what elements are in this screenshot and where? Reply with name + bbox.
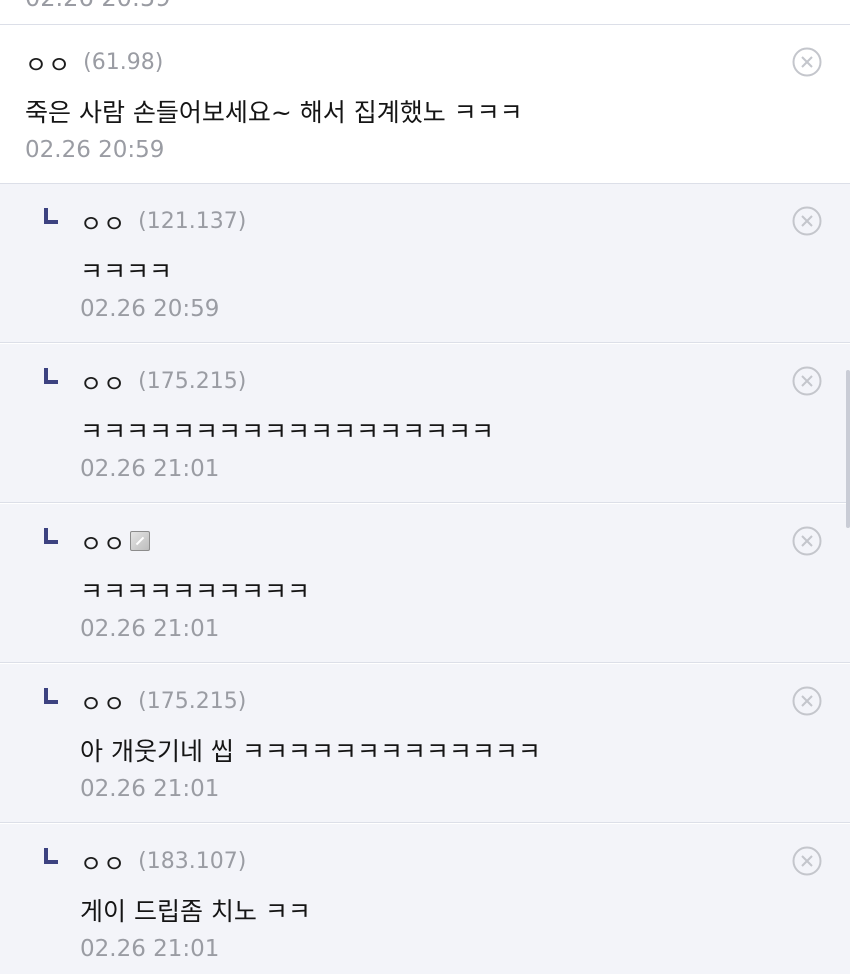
circle-x-icon[interactable]	[792, 526, 822, 556]
reply-arrow-icon	[44, 368, 58, 384]
reply-item: ㅇㅇ (121.137) ㅋㅋㅋㅋ 02.26 20:59	[0, 184, 850, 343]
comment-header: ㅇㅇ (121.137)	[80, 204, 247, 239]
comment-time: 02.26 21:01	[80, 456, 220, 482]
comment-ip: (175.215)	[138, 688, 247, 714]
comment-nickname[interactable]: ㅇㅇ	[25, 45, 71, 80]
comment-text: 죽은 사람 손들어보세요~ 해서 집계했노 ㅋㅋㅋ	[25, 98, 523, 127]
comment-header: ㅇㅇ (175.215)	[80, 364, 247, 399]
comment-time: 02.26 21:01	[80, 616, 220, 642]
comment-nickname[interactable]: ㅇㅇ	[80, 844, 126, 879]
reply-arrow-icon	[44, 208, 58, 224]
reply-arrow-icon	[44, 848, 58, 864]
comment-ip: (183.107)	[138, 848, 247, 874]
comment-header: ㅇㅇ	[80, 524, 151, 559]
comment-ip: (175.215)	[138, 368, 247, 394]
comment-text: ㅋㅋㅋㅋㅋㅋㅋㅋㅋㅋ	[80, 577, 311, 606]
comment-item: ㅇㅇ (61.98) 죽은 사람 손들어보세요~ 해서 집계했노 ㅋㅋㅋ 02.…	[0, 25, 850, 184]
circle-x-icon[interactable]	[792, 686, 822, 716]
fixed-nick-badge-icon	[130, 531, 151, 551]
comment-nickname[interactable]: ㅇㅇ	[80, 684, 126, 719]
comment-text: 아 개웃기네 씹 ㅋㅋㅋㅋㅋㅋㅋㅋㅋㅋㅋㅋㅋ	[80, 737, 541, 766]
comment-text: ㅋㅋㅋㅋ	[80, 257, 173, 286]
comment-time: 02.26 21:01	[80, 776, 220, 802]
previous-comment-partial: 02.26 20:59	[0, 0, 850, 25]
comment-nickname[interactable]: ㅇㅇ	[80, 524, 126, 559]
comment-nickname[interactable]: ㅇㅇ	[80, 364, 126, 399]
scrollbar[interactable]	[846, 370, 850, 528]
comment-text: ㅋㅋㅋㅋㅋㅋㅋㅋㅋㅋㅋㅋㅋㅋㅋㅋㅋㅋ	[80, 417, 495, 446]
comment-header: ㅇㅇ (61.98)	[25, 45, 164, 80]
comment-nickname[interactable]: ㅇㅇ	[80, 204, 126, 239]
circle-x-icon[interactable]	[792, 366, 822, 396]
reply-item: ㅇㅇ ㅋㅋㅋㅋㅋㅋㅋㅋㅋㅋ 02.26 21:01	[0, 504, 850, 663]
comment-time: 02.26 20:59	[25, 0, 171, 12]
comment-time: 02.26 21:01	[80, 936, 220, 962]
comment-header: ㅇㅇ (175.215)	[80, 684, 247, 719]
comment-ip: (121.137)	[138, 208, 247, 234]
circle-x-icon[interactable]	[792, 846, 822, 876]
comment-ip: (61.98)	[83, 49, 164, 75]
reply-item: ㅇㅇ (183.107) 게이 드립좀 치노 ㅋㅋ 02.26 21:01	[0, 824, 850, 974]
comment-time: 02.26 20:59	[25, 137, 165, 163]
comment-text: 게이 드립좀 치노 ㅋㅋ	[80, 897, 311, 926]
comment-time: 02.26 20:59	[80, 296, 220, 322]
comment-header: ㅇㅇ (183.107)	[80, 844, 247, 879]
reply-item: ㅇㅇ (175.215) ㅋㅋㅋㅋㅋㅋㅋㅋㅋㅋㅋㅋㅋㅋㅋㅋㅋㅋ 02.26 21…	[0, 344, 850, 503]
reply-item: ㅇㅇ (175.215) 아 개웃기네 씹 ㅋㅋㅋㅋㅋㅋㅋㅋㅋㅋㅋㅋㅋ 02.2…	[0, 664, 850, 823]
circle-x-icon[interactable]	[792, 47, 822, 77]
circle-x-icon[interactable]	[792, 206, 822, 236]
reply-arrow-icon	[44, 688, 58, 704]
reply-arrow-icon	[44, 528, 58, 544]
